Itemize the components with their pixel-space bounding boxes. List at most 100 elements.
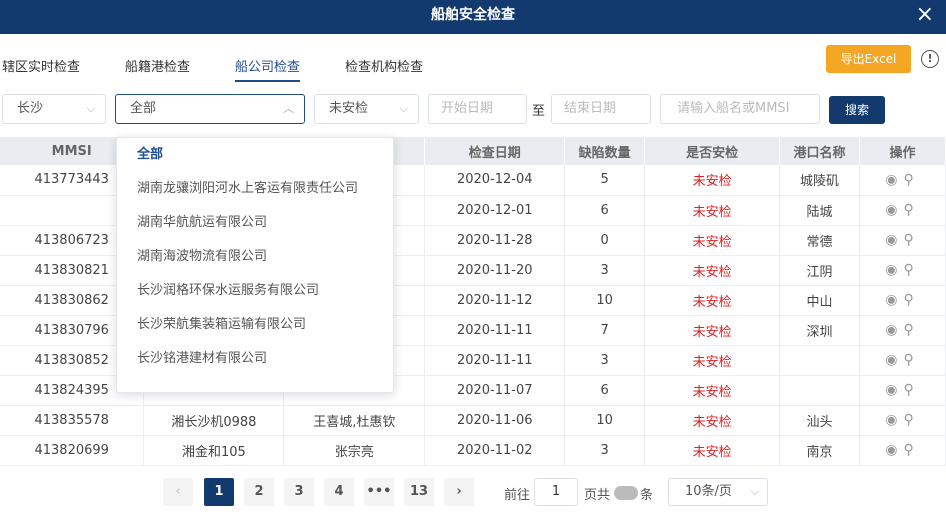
- tab-registry-port[interactable]: 船籍港检查: [125, 56, 190, 82]
- col-port-name: 港口名称: [779, 137, 860, 165]
- more-pages-button[interactable]: •••: [364, 478, 394, 506]
- chevron-down-icon: ⌵: [86, 102, 95, 115]
- inspector-cell: 张宗亮: [283, 435, 426, 466]
- col-inspected: 是否安检: [644, 137, 781, 165]
- chevron-down-icon: ⌵: [750, 485, 759, 498]
- ship-search-input[interactable]: 请输入船名或MMSI: [660, 94, 820, 124]
- info-icon[interactable]: !: [921, 50, 939, 68]
- page-button[interactable]: 2: [244, 478, 274, 506]
- start-date-input[interactable]: 开始日期: [428, 94, 527, 124]
- company-dropdown: 全部 湖南龙骧浏阳河水上客运有限责任公司 湖南华航航运有限公司 湖南海波物流有限公司长…: [116, 137, 394, 393]
- view-icon[interactable]: ◉: [885, 382, 903, 398]
- view-icon[interactable]: ◉: [885, 352, 903, 368]
- window-title: 船舶安全检查: [431, 7, 515, 23]
- inspection-date-cell: 2020-11-11: [424, 315, 566, 346]
- search-button[interactable]: 搜索: [829, 96, 885, 124]
- inspected-status-cell: 未安检: [644, 225, 781, 256]
- port-name-cell: 常德: [779, 225, 860, 256]
- company-option[interactable]: 长沙铭港建材有限公司: [117, 342, 393, 376]
- tab-inspection-agency[interactable]: 检查机构检查: [345, 56, 423, 82]
- col-inspection-date: 检查日期: [424, 137, 566, 165]
- end-date-input[interactable]: 结束日期: [551, 94, 651, 124]
- defect-count-cell: 3: [564, 345, 646, 376]
- actions-cell: ◉⚲: [859, 375, 946, 406]
- inspection-date-cell: 2020-12-01: [424, 195, 566, 226]
- view-icon[interactable]: ◉: [885, 292, 903, 308]
- pagination: ‹ 1 2 3 4 ••• 13 › 前往 1 页共 条 10条/页 ⌵: [0, 478, 946, 508]
- inspected-status-cell: 未安检: [644, 345, 781, 376]
- page-button[interactable]: 3: [284, 478, 314, 506]
- actions-cell: ◉⚲: [859, 435, 946, 466]
- defect-count-cell: 5: [564, 165, 646, 196]
- goto-page-input[interactable]: 1: [534, 478, 578, 506]
- defect-count-cell: 7: [564, 315, 646, 346]
- company-option[interactable]: 全部: [117, 138, 393, 172]
- view-icon[interactable]: ◉: [885, 442, 903, 458]
- defect-count-cell: 6: [564, 375, 646, 406]
- port-name-cell: 江阴: [779, 255, 860, 286]
- tab-ship-company[interactable]: 船公司检查: [235, 56, 301, 82]
- mmsi-cell: 413835578: [0, 405, 145, 436]
- city-select[interactable]: 长沙 ⌵: [2, 94, 106, 124]
- port-name-cell: 陆城: [779, 195, 860, 226]
- view-icon[interactable]: ◉: [885, 262, 903, 278]
- inspection-date-cell: 2020-11-06: [424, 405, 566, 436]
- location-pin-icon[interactable]: ⚲: [903, 382, 919, 398]
- title-bar: 船舶安全检查 ×: [0, 0, 946, 34]
- company-option[interactable]: 湖南华航航运有限公司: [117, 206, 393, 240]
- company-option[interactable]: 湖南龙骧浏阳河水上客运有限责任公司: [117, 172, 393, 206]
- view-icon[interactable]: ◉: [885, 172, 903, 188]
- location-pin-icon[interactable]: ⚲: [903, 172, 919, 188]
- status-select[interactable]: 未安检 ⌵: [314, 94, 419, 124]
- port-name-cell: 深圳: [779, 315, 860, 346]
- defect-count-cell: 3: [564, 255, 646, 286]
- inspector-cell: 王喜城,杜惠钦: [283, 405, 426, 436]
- view-icon[interactable]: ◉: [885, 412, 903, 428]
- total-label: 页共: [584, 488, 611, 503]
- page-button[interactable]: 4: [324, 478, 354, 506]
- location-pin-icon[interactable]: ⚲: [903, 442, 919, 458]
- chevron-down-icon: ⌵: [399, 102, 408, 115]
- next-page-icon[interactable]: ›: [444, 478, 474, 506]
- company-option[interactable]: 长沙荣航集装箱运输有限公司: [117, 308, 393, 342]
- view-icon[interactable]: ◉: [885, 322, 903, 338]
- actions-cell: ◉⚲: [859, 345, 946, 376]
- tab-jurisdiction-realtime[interactable]: 辖区实时检查: [2, 56, 80, 82]
- inspection-date-cell: 2020-11-20: [424, 255, 566, 286]
- filter-bar: 长沙 ⌵ 全部 ︿ 未安检 ⌵ 开始日期 至 结束日期 请输入船名或MMSI 搜…: [0, 94, 946, 126]
- location-pin-icon[interactable]: ⚲: [903, 202, 919, 218]
- inspected-status-cell: 未安检: [644, 375, 781, 406]
- page-button[interactable]: 13: [404, 478, 434, 506]
- page-size-select[interactable]: 10条/页 ⌵: [668, 478, 768, 506]
- company-option[interactable]: 湖南海波物流有限公司: [117, 240, 393, 274]
- location-pin-icon[interactable]: ⚲: [903, 262, 919, 278]
- mmsi-cell: 413820699: [0, 435, 145, 466]
- actions-cell: ◉⚲: [859, 285, 946, 316]
- actions-cell: ◉⚲: [859, 315, 946, 346]
- inspected-status-cell: 未安检: [644, 405, 781, 436]
- view-icon[interactable]: ◉: [885, 232, 903, 248]
- location-pin-icon[interactable]: ⚲: [903, 232, 919, 248]
- location-pin-icon[interactable]: ⚲: [903, 292, 919, 308]
- actions-cell: ◉⚲: [859, 405, 946, 436]
- inspection-date-cell: 2020-11-02: [424, 435, 566, 466]
- prev-page-icon[interactable]: ‹: [163, 478, 193, 506]
- location-pin-icon[interactable]: ⚲: [903, 412, 919, 428]
- inspected-status-cell: 未安检: [644, 315, 781, 346]
- count-unit: 条: [640, 488, 654, 503]
- location-pin-icon[interactable]: ⚲: [903, 322, 919, 338]
- close-icon[interactable]: ×: [916, 0, 934, 30]
- location-pin-icon[interactable]: ⚲: [903, 352, 919, 368]
- ship-name-cell: 湘长沙机0988: [143, 405, 285, 436]
- company-select[interactable]: 全部 ︿: [115, 94, 305, 124]
- defect-count-cell: 10: [564, 285, 646, 316]
- actions-cell: ◉⚲: [859, 255, 946, 286]
- inspection-date-cell: 2020-11-07: [424, 375, 566, 406]
- export-excel-button[interactable]: 导出Excel: [826, 45, 911, 73]
- view-icon[interactable]: ◉: [885, 202, 903, 218]
- inspection-date-cell: 2020-11-11: [424, 345, 566, 376]
- actions-cell: ◉⚲: [859, 195, 946, 226]
- inspected-status-cell: 未安检: [644, 195, 781, 226]
- page-button[interactable]: 1: [204, 478, 234, 506]
- company-option[interactable]: 长沙润格环保水运服务有限公司: [117, 274, 393, 308]
